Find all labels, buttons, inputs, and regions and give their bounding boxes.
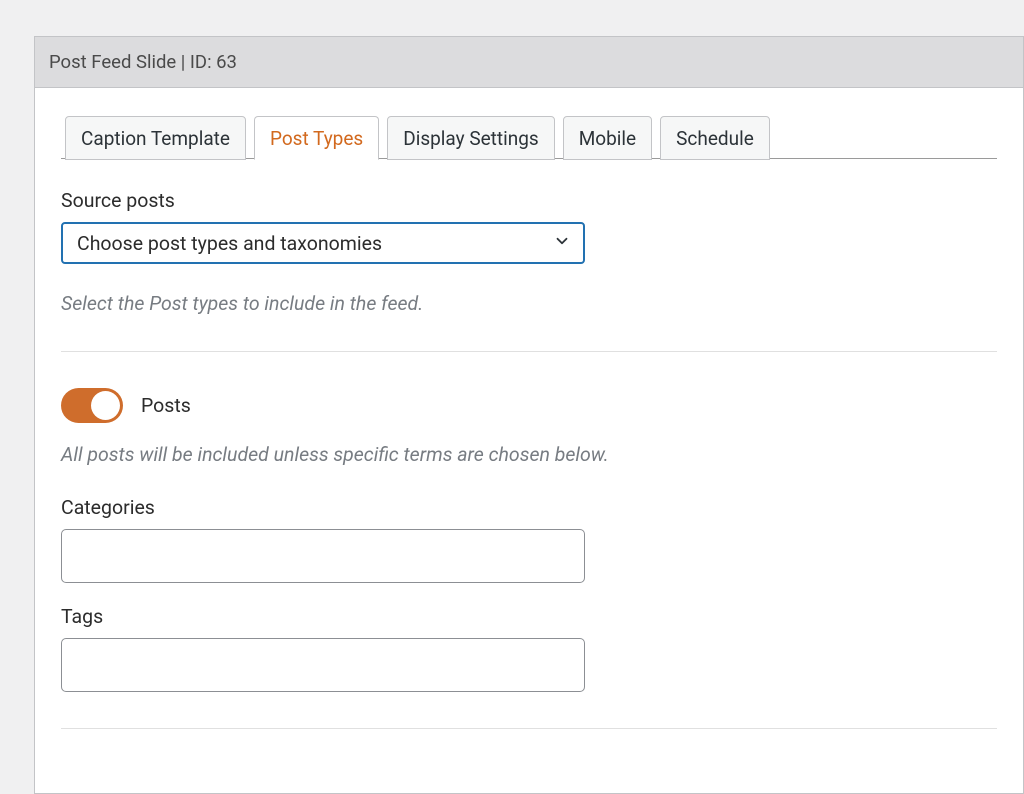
tab-caption-template[interactable]: Caption Template — [65, 116, 246, 160]
posts-toggle-label: Posts — [141, 394, 191, 417]
panel-body: Caption Template Post Types Display Sett… — [35, 88, 1023, 793]
divider — [61, 351, 997, 352]
tab-mobile[interactable]: Mobile — [563, 116, 652, 160]
panel-title: Post Feed Slide | ID: 63 — [35, 37, 1023, 88]
toggle-knob — [91, 391, 120, 420]
tabs: Caption Template Post Types Display Sett… — [61, 116, 997, 159]
source-posts-label: Source posts — [61, 189, 997, 212]
post-feed-slide-panel: Post Feed Slide | ID: 63 Caption Templat… — [34, 36, 1024, 794]
source-posts-helper: Select the Post types to include in the … — [61, 292, 997, 315]
posts-toggle[interactable] — [61, 388, 123, 423]
tab-display-settings[interactable]: Display Settings — [387, 116, 554, 160]
source-posts-select-wrapper: Choose post types and taxonomies — [61, 222, 585, 264]
posts-toggle-row: Posts — [61, 388, 997, 423]
categories-field: Categories — [61, 496, 997, 583]
source-posts-select[interactable]: Choose post types and taxonomies — [61, 222, 585, 264]
categories-input[interactable] — [61, 529, 585, 583]
tab-schedule[interactable]: Schedule — [660, 116, 770, 160]
source-posts-field: Source posts Choose post types and taxon… — [61, 189, 997, 315]
tags-label: Tags — [61, 605, 997, 628]
tags-field: Tags — [61, 605, 997, 692]
divider-bottom — [61, 728, 997, 729]
categories-label: Categories — [61, 496, 997, 519]
posts-toggle-helper: All posts will be included unless specif… — [61, 443, 997, 466]
source-posts-selected-text: Choose post types and taxonomies — [77, 232, 382, 255]
tags-input[interactable] — [61, 638, 585, 692]
tab-post-types[interactable]: Post Types — [254, 116, 379, 160]
